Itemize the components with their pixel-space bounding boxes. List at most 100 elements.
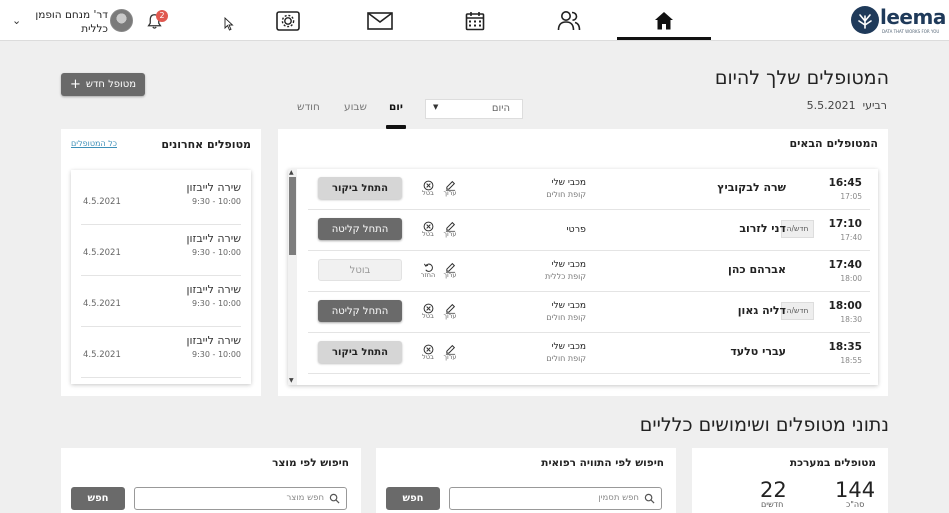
date-value: 5.5.2021 <box>806 99 856 112</box>
nav-mail[interactable] <box>333 0 427 41</box>
symptom-search-input[interactable]: חפש תסמין <box>449 487 662 510</box>
logo-tagline: DATA THAT WORKS FOR YOU <box>882 29 940 34</box>
edit-label: ערוך <box>443 353 457 361</box>
upcoming-title: המטופלים הבאים <box>789 137 878 150</box>
cancel-action[interactable]: בטל <box>420 176 436 197</box>
recent-patient-name: שירה לייבזון <box>186 181 241 194</box>
patient-name[interactable]: אברהם כהן <box>728 263 786 276</box>
appointment-start-time: 16:45 <box>828 177 862 189</box>
scrollbar-thumb[interactable] <box>289 177 296 255</box>
upcoming-patients-panel: המטופלים הבאים ▲ ▼ 16:45 17:05 שרה לבקוב… <box>278 129 888 396</box>
search-icon <box>644 493 655 504</box>
avatar[interactable] <box>110 9 133 32</box>
appointment-start-time: 18:00 <box>828 300 862 312</box>
appointment-end-time: 18:30 <box>840 315 862 324</box>
nav-home[interactable] <box>617 0 711 41</box>
recent-visit-time: 9:30 - 10:00 <box>192 350 241 359</box>
patient-name[interactable]: דני לזרוב <box>739 222 786 235</box>
insurance-name: מכבי שלי <box>551 260 586 270</box>
period-select[interactable]: היום ▼ <box>425 99 523 119</box>
system-patients-title: מטופלים במערכת <box>789 457 876 469</box>
search-icon <box>329 493 340 504</box>
appointment-end-time: 18:00 <box>840 274 862 283</box>
diagnosis-search-title: חיפוש לפי התוויה רפואית <box>541 457 664 469</box>
cancel-action[interactable]: בטל <box>420 299 436 320</box>
insurance-type: קופת כללית <box>544 272 586 281</box>
stats-section-title: נתוני מטופלים ושימושים כלליים <box>639 414 889 436</box>
appointment-action-button[interactable]: התחל ביקור <box>318 341 402 363</box>
recent-visit-date: 4.5.2021 <box>83 299 121 309</box>
recent-patient-item[interactable]: שירה לייבזון 9:30 - 10:00 4.5.2021 <box>81 276 241 327</box>
edit-action[interactable]: ערוך <box>442 258 458 279</box>
nav-calendar[interactable] <box>428 0 522 41</box>
recent-visit-date: 4.5.2021 <box>83 350 121 360</box>
recent-list: שירה לייבזון 9:30 - 10:00 4.5.2021 שירה … <box>71 170 251 384</box>
recent-visit-date: 4.5.2021 <box>83 197 121 207</box>
product-search-input[interactable]: חפש מוצר <box>134 487 347 510</box>
scroll-up-icon[interactable]: ▲ <box>289 169 294 176</box>
appointment-row[interactable]: 18:35 18:55 עברי טלעד מכבי שלי קופת חולי… <box>308 333 870 374</box>
tab-week[interactable]: שבוע <box>344 101 367 113</box>
appointment-row[interactable]: 18:00 18:30 חדש/ה דליה גאון מכבי שלי קופ… <box>308 292 870 333</box>
recent-title: מטופלים אחרונים <box>161 138 251 151</box>
appointment-row[interactable]: 16:45 17:05 שרה לבקוביץ מכבי שלי קופת חו… <box>308 169 870 210</box>
user-role: כללית <box>81 23 108 35</box>
tab-day[interactable]: יום <box>389 101 403 113</box>
appointment-action-button[interactable]: התחל קליטה <box>318 218 402 240</box>
appointment-action-button[interactable]: בוטל <box>318 259 402 281</box>
upcoming-list: ▲ ▼ 16:45 17:05 שרה לבקוביץ מכבי שלי קופ… <box>288 169 878 385</box>
patient-name[interactable]: שרה לבקוביץ <box>717 181 786 194</box>
cancel-action-label: בטל <box>422 230 434 238</box>
recent-visit-time: 9:30 - 10:00 <box>192 248 241 257</box>
scroll-down-icon[interactable]: ▼ <box>289 377 294 384</box>
tab-month[interactable]: חודש <box>297 101 320 113</box>
cancel-action-label: בטל <box>422 353 434 361</box>
calendar-icon <box>465 11 485 30</box>
all-patients-link[interactable]: כל המטופלים <box>71 139 117 148</box>
insurance-type: קופת חולים <box>546 190 586 199</box>
nav-patients[interactable] <box>522 0 616 41</box>
cancel-action[interactable]: בטל <box>420 217 436 238</box>
appointment-action-button[interactable]: התחל ביקור <box>318 177 402 199</box>
recent-patient-item[interactable]: שירה לייבזון 9:30 - 10:00 4.5.2021 <box>81 327 241 378</box>
edit-action[interactable]: ערוך <box>442 217 458 238</box>
recent-patient-name: שירה לייבזון <box>186 334 241 347</box>
insurance-type: קופת חולים <box>546 313 586 322</box>
scrollbar[interactable]: ▲ ▼ <box>288 169 297 385</box>
users-icon <box>557 10 581 30</box>
recent-visit-time: 9:30 - 10:00 <box>192 197 241 206</box>
symptom-search-placeholder: חפש תסמין <box>598 493 639 503</box>
user-menu[interactable]: ⌄ דר' מנחם הופמן כללית <box>8 6 108 36</box>
logo-text: leema <box>880 5 946 29</box>
symptom-search-button[interactable]: חפש <box>386 487 440 510</box>
edit-action[interactable]: ערוך <box>442 340 458 361</box>
restore-action-label: החזר <box>420 271 436 279</box>
logo-mark <box>851 6 879 34</box>
edit-action[interactable]: ערוך <box>442 299 458 320</box>
nav-settings[interactable] <box>241 0 335 41</box>
user-name: דר' מנחם הופמן <box>35 9 108 21</box>
edit-action[interactable]: ערוך <box>442 176 458 197</box>
edit-label: ערוך <box>443 312 457 320</box>
recent-patient-name: שירה לייבזון <box>186 232 241 245</box>
patient-name[interactable]: דליה גאון <box>738 304 786 317</box>
cancel-action-label: בטל <box>422 312 434 320</box>
insurance-name: מכבי שלי <box>551 178 586 188</box>
chevron-down-icon[interactable]: ⌄ <box>12 14 21 27</box>
restore-action[interactable]: החזר <box>420 258 436 279</box>
cancel-action[interactable]: בטל <box>420 340 436 361</box>
mouse-cursor-icon <box>224 17 234 31</box>
recent-patient-item[interactable]: שירה לייבזון 9:30 - 10:00 4.5.2021 <box>81 174 241 225</box>
appointment-end-time: 17:40 <box>840 233 862 242</box>
recent-patient-item[interactable]: שירה לייבזון 9:30 - 10:00 4.5.2021 <box>81 225 241 276</box>
mail-icon <box>367 11 393 30</box>
new-patient-button[interactable]: + מטופל חדש <box>61 73 145 96</box>
product-search-panel: חיפוש לפי מוצר חפש מוצר חפש <box>61 448 361 513</box>
appointment-action-button[interactable]: התחל קליטה <box>318 300 402 322</box>
appointment-row[interactable]: 17:10 17:40 חדש/ה דני לזרוב פרטי ערוך בט… <box>308 210 870 251</box>
product-search-button[interactable]: חפש <box>71 487 125 510</box>
patient-name[interactable]: עברי טלעד <box>730 345 786 358</box>
appointment-row[interactable]: 17:40 18:00 אברהם כהן מכבי שלי קופת כללי… <box>308 251 870 292</box>
new-patients-label: חדשים <box>761 500 784 509</box>
recent-visit-date: 4.5.2021 <box>83 248 121 258</box>
